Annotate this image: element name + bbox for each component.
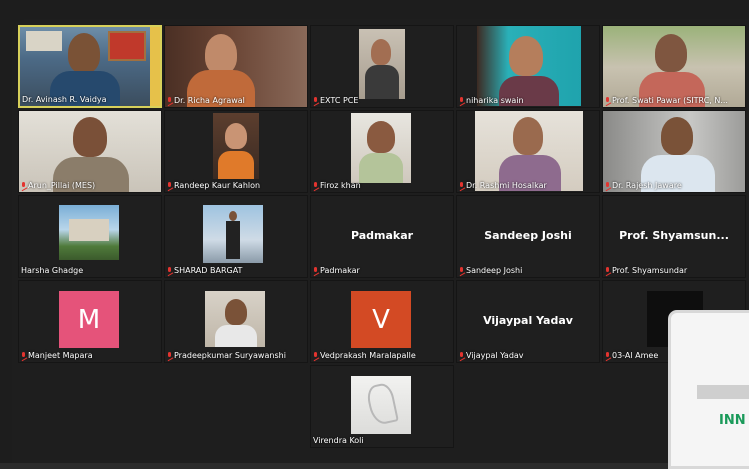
participant-name: Dr. Rajesh Jaware xyxy=(605,180,682,191)
participant-name: Dr. Richa Agrawal xyxy=(167,95,245,106)
self-view-text: INN xyxy=(719,413,746,428)
muted-mic-icon xyxy=(167,351,172,360)
participant-video xyxy=(213,113,259,179)
participant-avatar: M xyxy=(59,291,119,348)
participant-display-name: Padmakar xyxy=(350,229,414,242)
participant-tile[interactable]: Pradeepkumar Suryawanshi xyxy=(164,280,308,363)
participant-name: Randeep Kaur Kahlon xyxy=(167,180,260,191)
participant-video xyxy=(351,113,411,183)
participant-name: Sandeep Joshi xyxy=(459,265,522,276)
participant-tile[interactable]: Virendra Koli xyxy=(310,365,454,448)
participant-name: Firoz khan xyxy=(313,180,361,191)
participant-name: Harsha Ghadge xyxy=(21,266,84,275)
participant-tile[interactable]: niharika swain xyxy=(456,25,600,108)
muted-mic-icon xyxy=(313,96,318,105)
participant-name: Prof. Shyamsundar xyxy=(605,265,687,276)
participant-name: Dr. Avinash R. Vaidya xyxy=(22,95,107,104)
muted-mic-icon xyxy=(605,266,610,275)
participant-name: Prof. Swati Pawar (SITRC, N... xyxy=(605,95,728,106)
muted-mic-icon xyxy=(459,181,464,190)
participant-tile[interactable]: Arun_Pillai (MES) xyxy=(18,110,162,193)
participant-name: Virendra Koli xyxy=(313,436,364,445)
participant-video xyxy=(203,205,263,263)
participant-name: niharika swain xyxy=(459,95,524,106)
muted-mic-icon xyxy=(459,96,464,105)
participant-tile[interactable]: Dr. Avinash R. Vaidya xyxy=(18,25,162,108)
muted-mic-icon xyxy=(605,351,610,360)
participant-video xyxy=(477,26,581,106)
participant-name: Dr. Rashmi Hosalkar xyxy=(459,180,547,191)
participant-tile[interactable]: Firoz khan xyxy=(310,110,454,193)
participant-tile[interactable]: Sandeep Joshi Sandeep Joshi xyxy=(456,195,600,278)
participant-tile[interactable]: Prof. Shyamsun... Prof. Shyamsundar xyxy=(602,195,746,278)
participant-video xyxy=(205,291,265,347)
muted-mic-icon xyxy=(605,181,610,190)
participant-tile[interactable]: Randeep Kaur Kahlon xyxy=(164,110,308,193)
participant-avatar: V xyxy=(351,291,411,348)
participant-tile[interactable]: Dr. Rajesh Jaware xyxy=(602,110,746,193)
participant-name: Arun_Pillai (MES) xyxy=(21,180,95,191)
participant-video xyxy=(59,205,119,260)
participant-tile[interactable]: Dr. Richa Agrawal xyxy=(164,25,308,108)
participant-name: EXTC PCE xyxy=(313,95,358,106)
muted-mic-icon xyxy=(605,96,610,105)
participant-tile[interactable]: Prof. Swati Pawar (SITRC, N... xyxy=(602,25,746,108)
muted-mic-icon xyxy=(313,351,318,360)
self-view-banner xyxy=(697,385,749,399)
participant-name: 03-Al Amee xyxy=(605,350,658,361)
muted-mic-icon xyxy=(21,181,26,190)
muted-mic-icon xyxy=(21,351,26,360)
participant-tile[interactable]: M Manjeet Mapara xyxy=(18,280,162,363)
participant-display-name: Prof. Shyamsun... xyxy=(619,229,729,242)
participant-tile[interactable]: SHARAD BARGAT xyxy=(164,195,308,278)
participant-video xyxy=(351,376,411,434)
participant-tile[interactable]: V Vedprakash Maralapalle xyxy=(310,280,454,363)
participant-tile[interactable]: Dr. Rashmi Hosalkar xyxy=(456,110,600,193)
muted-mic-icon xyxy=(459,351,464,360)
participant-name: Vedprakash Maralapalle xyxy=(313,350,416,361)
participant-name: SHARAD BARGAT xyxy=(167,265,242,276)
muted-mic-icon xyxy=(313,266,318,275)
participant-video xyxy=(475,111,583,191)
participant-tile[interactable]: EXTC PCE xyxy=(310,25,454,108)
muted-mic-icon xyxy=(167,181,172,190)
participant-tile[interactable]: Vijaypal Yadav Vijaypal Yadav xyxy=(456,280,600,363)
participant-video xyxy=(359,29,405,99)
participant-display-name: Sandeep Joshi xyxy=(484,229,572,242)
participant-name: Pradeepkumar Suryawanshi xyxy=(167,350,286,361)
meeting-window: Dr. Avinash R. Vaidya Dr. Richa Agrawal … xyxy=(0,0,749,469)
self-view-window[interactable]: INN xyxy=(668,310,749,469)
muted-mic-icon xyxy=(167,96,172,105)
participant-display-name: Vijaypal Yadav xyxy=(483,314,573,327)
muted-mic-icon xyxy=(167,266,172,275)
participant-tile[interactable]: Harsha Ghadge xyxy=(18,195,162,278)
participant-name: Padmakar xyxy=(313,265,360,276)
participant-tile[interactable]: Padmakar Padmakar xyxy=(310,195,454,278)
muted-mic-icon xyxy=(459,266,464,275)
gallery-grid: Dr. Avinash R. Vaidya Dr. Richa Agrawal … xyxy=(12,19,749,463)
participant-name: Vijaypal Yadav xyxy=(459,350,524,361)
participant-name: Manjeet Mapara xyxy=(21,350,93,361)
muted-mic-icon xyxy=(313,181,318,190)
